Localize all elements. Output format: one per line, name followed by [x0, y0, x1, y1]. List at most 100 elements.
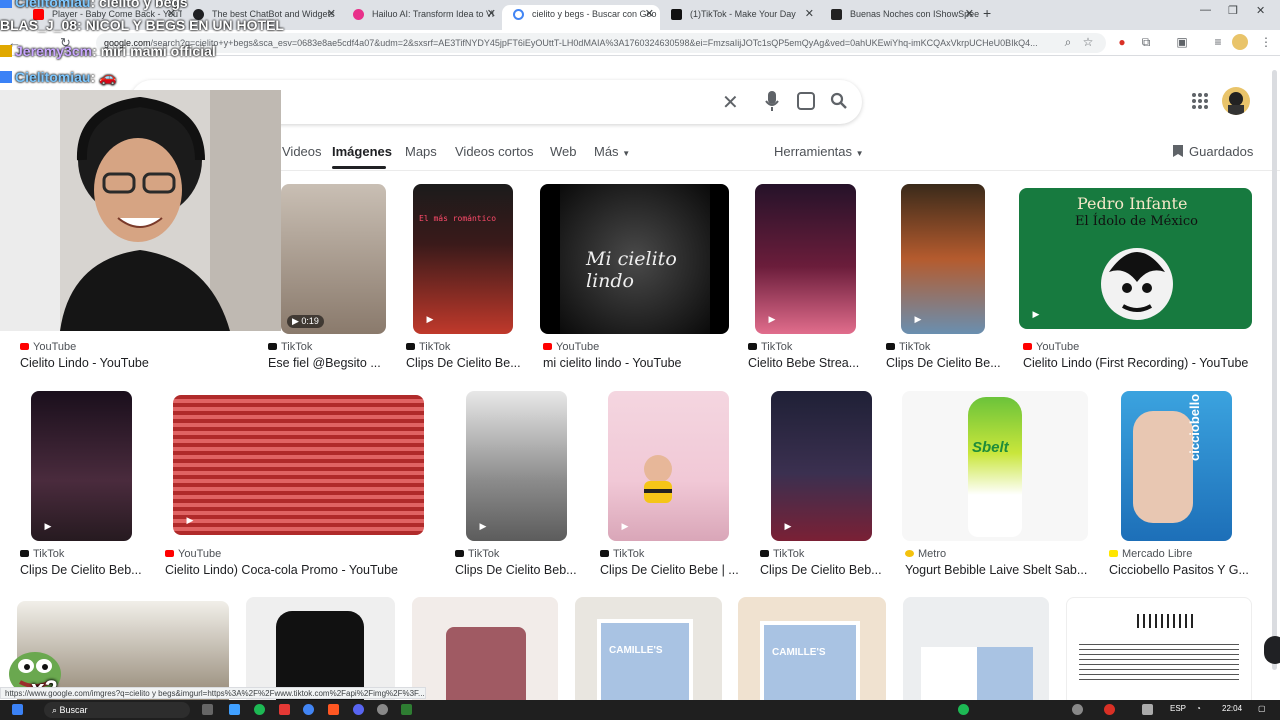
bag-image — [446, 627, 526, 707]
result-thumbnail[interactable]: ▶ — [608, 391, 729, 541]
apps-grid-icon[interactable] — [1192, 93, 1208, 109]
tray-icon[interactable] — [1072, 704, 1083, 715]
result-title[interactable]: Clips De Cielito Bebe | ... — [600, 563, 740, 577]
bookmark-star-icon[interactable]: ☆ — [1080, 34, 1096, 50]
result-title[interactable]: Clips De Cielito Beb... — [20, 563, 145, 577]
result-thumbnail[interactable]: ▶ — [771, 391, 872, 541]
filter-maps[interactable]: Maps — [405, 144, 437, 159]
language-indicator[interactable]: ESP — [1170, 704, 1186, 713]
browser-tab[interactable]: Hailuo AI: Transform Idea to Vi ✕ — [342, 5, 502, 30]
discord-icon[interactable] — [353, 704, 364, 715]
filter-more[interactable]: Más ▼ — [594, 144, 630, 159]
close-icon[interactable]: ✕ — [327, 5, 336, 24]
filter-short-videos[interactable]: Videos cortos — [455, 144, 534, 159]
scrollbar[interactable] — [1272, 70, 1277, 670]
notification-icon[interactable]: ▢ — [1258, 704, 1266, 713]
account-avatar[interactable] — [1222, 87, 1250, 115]
result-title[interactable]: Clips De Cielito Be... — [406, 356, 524, 370]
close-icon[interactable]: ✕ — [965, 5, 974, 24]
result-thumbnail[interactable]: ▶ — [901, 184, 985, 334]
tools-button[interactable]: Herramientas ▼ — [774, 144, 864, 159]
result-thumbnail[interactable]: ▶ — [755, 184, 856, 334]
result-thumbnail[interactable]: ▶ — [31, 391, 132, 541]
minimize-icon[interactable]: — — [1200, 4, 1211, 16]
profile-icon[interactable] — [1232, 34, 1248, 50]
filter-videos[interactable]: Videos — [282, 144, 322, 159]
result-source: TikTok — [886, 341, 930, 353]
result-title[interactable]: Cielito Lindo - YouTube — [20, 356, 260, 370]
filter-web[interactable]: Web — [550, 144, 577, 159]
media-icon[interactable]: ≡ — [1210, 34, 1226, 50]
source-label: YouTube — [178, 548, 222, 560]
source-label: TikTok — [613, 548, 645, 560]
browser-tab-active[interactable]: cielito y begs - Buscar con Goo ✕ — [502, 5, 660, 30]
restore-icon[interactable]: ❐ — [1228, 4, 1238, 17]
result-title[interactable]: Cielito Lindo (First Recording) - YouTub… — [1023, 356, 1253, 370]
close-icon[interactable]: ✕ — [645, 5, 654, 24]
spotify-icon[interactable] — [254, 704, 265, 715]
result-thumbnail[interactable]: ▶ — [466, 391, 567, 541]
thumbnail-caption: El Ídolo de México — [1075, 214, 1198, 229]
result-thumbnail[interactable]: cicciobello — [1121, 391, 1232, 541]
chrome-icon[interactable] — [303, 704, 314, 715]
result-thumbnail[interactable] — [412, 597, 558, 707]
result-title[interactable]: Cielito Bebe Strea... — [748, 356, 863, 370]
result-thumbnail[interactable]: CAMILLE'S — [738, 597, 886, 707]
browser-tab[interactable]: (1)TikTok - Make Your Day ✕ — [660, 5, 820, 30]
mic-icon[interactable] — [764, 89, 780, 113]
saved-button[interactable]: Guardados — [1173, 144, 1253, 159]
obs-icon[interactable] — [377, 704, 388, 715]
address-bar[interactable]: google.com/search?q=cielito+y+begs&sca_e… — [96, 33, 1106, 53]
close-window-icon[interactable]: ✕ — [1256, 4, 1265, 17]
result-thumbnail[interactable]: ▶ — [173, 395, 424, 535]
zoom-icon[interactable]: ⌕ — [1060, 34, 1076, 50]
result-title[interactable]: Clips De Cielito Be... — [886, 356, 1004, 370]
result-title[interactable]: mi cielito lindo - YouTube — [543, 356, 733, 370]
wifi-icon[interactable]: ◔ — [1196, 704, 1201, 713]
source-label: YouTube — [556, 341, 600, 353]
tiktok-icon — [20, 550, 29, 557]
result-thumbnail[interactable]: ▶ 0:19 — [281, 184, 386, 334]
close-icon[interactable]: ✕ — [805, 5, 814, 24]
app-icon[interactable] — [279, 704, 290, 715]
widget-icon[interactable] — [229, 704, 240, 715]
result-title[interactable]: Yogurt Bebible Laive Sbelt Sab... — [905, 563, 1090, 577]
tiktok-icon — [886, 343, 895, 350]
result-title[interactable]: Clips De Cielito Beb... — [760, 563, 885, 577]
lens-icon[interactable] — [797, 92, 815, 110]
result-title[interactable]: Clips De Cielito Beb... — [455, 563, 580, 577]
result-title[interactable]: Ese fiel @Begsito ... — [268, 356, 386, 370]
result-title[interactable]: Cielito Lindo) Coca-cola Promo - YouTube — [165, 563, 425, 577]
result-thumbnail[interactable] — [1066, 597, 1252, 707]
result-thumbnail[interactable]: Sbelt — [902, 391, 1088, 541]
screenshot-icon[interactable]: ▣ — [1174, 34, 1190, 50]
menu-icon[interactable]: ⋮ — [1258, 34, 1274, 50]
tab-title: cielito y begs - Buscar con Goo — [532, 9, 657, 19]
extensions-icon[interactable]: ⧉ — [1138, 34, 1154, 50]
result-thumbnail[interactable] — [903, 597, 1049, 707]
tray-icon[interactable] — [1142, 704, 1153, 715]
result-thumbnail[interactable]: Pedro Infante El Ídolo de México ▶ — [1019, 188, 1252, 329]
browser-tab[interactable]: Buenas Noches con IShowSpee ✕ — [820, 5, 980, 30]
chat-username: Cielitomiau — [15, 0, 91, 10]
opera-extension-icon[interactable]: ● — [1114, 34, 1130, 50]
thumbnail-image — [1101, 248, 1173, 320]
result-thumbnail[interactable]: CAMILLE'S — [575, 597, 722, 707]
start-icon[interactable] — [12, 704, 23, 715]
app-icon[interactable] — [401, 704, 412, 715]
clear-icon[interactable]: ✕ — [722, 90, 739, 115]
tray-spotify-icon[interactable] — [958, 704, 969, 715]
result-thumbnail[interactable]: Mi cielito lindo — [540, 184, 729, 334]
search-icon[interactable] — [830, 92, 848, 110]
tray-icon[interactable] — [1104, 704, 1115, 715]
clock[interactable]: 22:04 — [1222, 704, 1242, 713]
result-title[interactable]: Cicciobello Pasitos Y G... — [1109, 563, 1249, 577]
floating-action-button[interactable] — [1264, 636, 1280, 664]
close-icon[interactable]: ✕ — [487, 5, 496, 24]
result-thumbnail[interactable]: El más romántico ▶ — [413, 184, 513, 334]
task-view-icon[interactable] — [202, 704, 213, 715]
taskbar-search[interactable]: ⌕ Buscar — [44, 702, 190, 718]
app-icon[interactable] — [328, 704, 339, 715]
filter-images[interactable]: Imágenes — [332, 144, 392, 159]
new-tab-icon[interactable]: + — [983, 5, 991, 21]
